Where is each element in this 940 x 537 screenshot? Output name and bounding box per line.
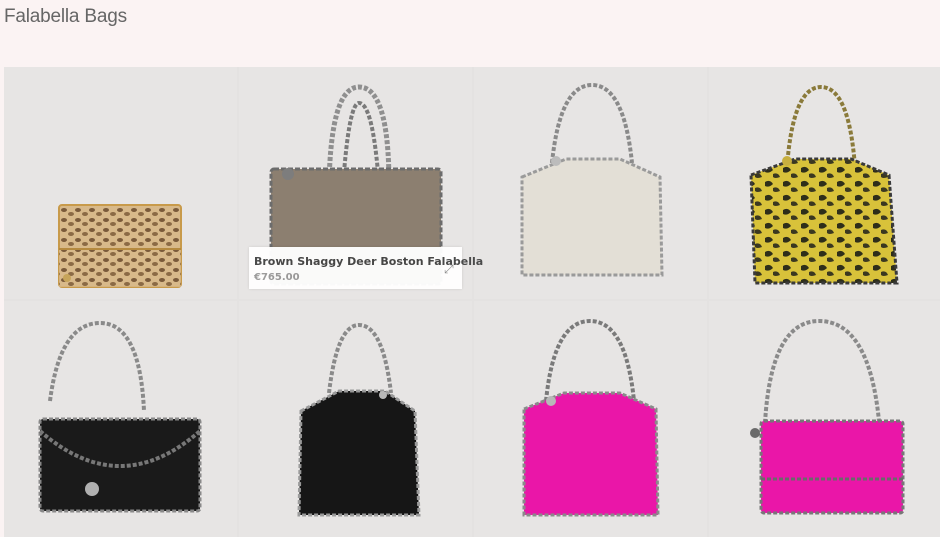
product-hover-card[interactable]: Brown Shaggy Deer Boston Falabella €765.…: [249, 247, 483, 289]
product-tile-python-clutch[interactable]: [4, 67, 237, 299]
product-tile-black-foldover[interactable]: [4, 301, 237, 537]
python-clutch-image: [58, 204, 182, 288]
product-grid: [4, 67, 940, 537]
pink-clutch-image: [750, 318, 905, 515]
product-tile-pink-clutch[interactable]: [709, 301, 940, 537]
black-foldover-image: [38, 320, 202, 513]
product-tile-cream-tote[interactable]: [474, 67, 707, 299]
product-tile-black-tote[interactable]: [239, 301, 472, 537]
cream-tote-image: [520, 82, 664, 277]
expand-icon[interactable]: ⤢: [444, 263, 456, 275]
pink-tote-image: [522, 318, 660, 517]
black-tote-image: [297, 322, 421, 517]
product-tile-pink-tote[interactable]: [474, 301, 707, 537]
page-title: Falabella Bags: [4, 6, 127, 27]
product-tile-yellow-python-tote[interactable]: [709, 67, 940, 299]
yellow-python-tote-image: [749, 84, 899, 285]
product-price: €765.00: [254, 272, 300, 283]
